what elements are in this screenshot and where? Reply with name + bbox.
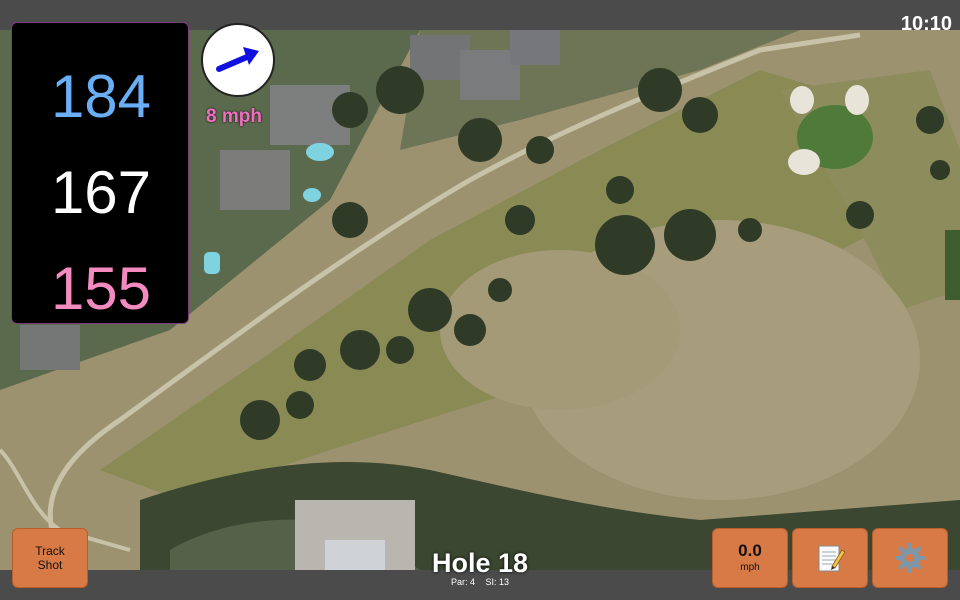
arrow-right-icon: [216, 47, 259, 72]
hole-stroke-index: SI: 13: [485, 577, 510, 587]
hole-par: Par: 4: [450, 577, 475, 587]
middle-distance: 167: [50, 159, 152, 226]
wind-button-unit: mph: [740, 562, 760, 573]
track-shot-label-line2: Shot: [37, 558, 63, 572]
wind-direction-dial[interactable]: [201, 23, 275, 97]
hole-info: Par: 4 SI: 13: [380, 577, 580, 587]
notepad-icon: [818, 545, 846, 572]
notes-button[interactable]: [792, 528, 868, 588]
wind-speed-button[interactable]: 0.0 mph: [712, 528, 788, 588]
hole-title: Hole 18: [431, 548, 529, 578]
settings-button[interactable]: [872, 528, 948, 588]
track-shot-label-line1: Track: [35, 544, 65, 558]
front-distance: 155: [50, 255, 152, 322]
back-distance: 184: [50, 63, 152, 130]
wind-speed-label: 8 mph: [206, 106, 262, 127]
distance-panel: 184 167 155: [11, 22, 189, 324]
gear-icon: [895, 543, 925, 573]
wind-button-value: 0.0: [738, 541, 762, 560]
track-shot-button[interactable]: Track Shot: [12, 528, 88, 588]
